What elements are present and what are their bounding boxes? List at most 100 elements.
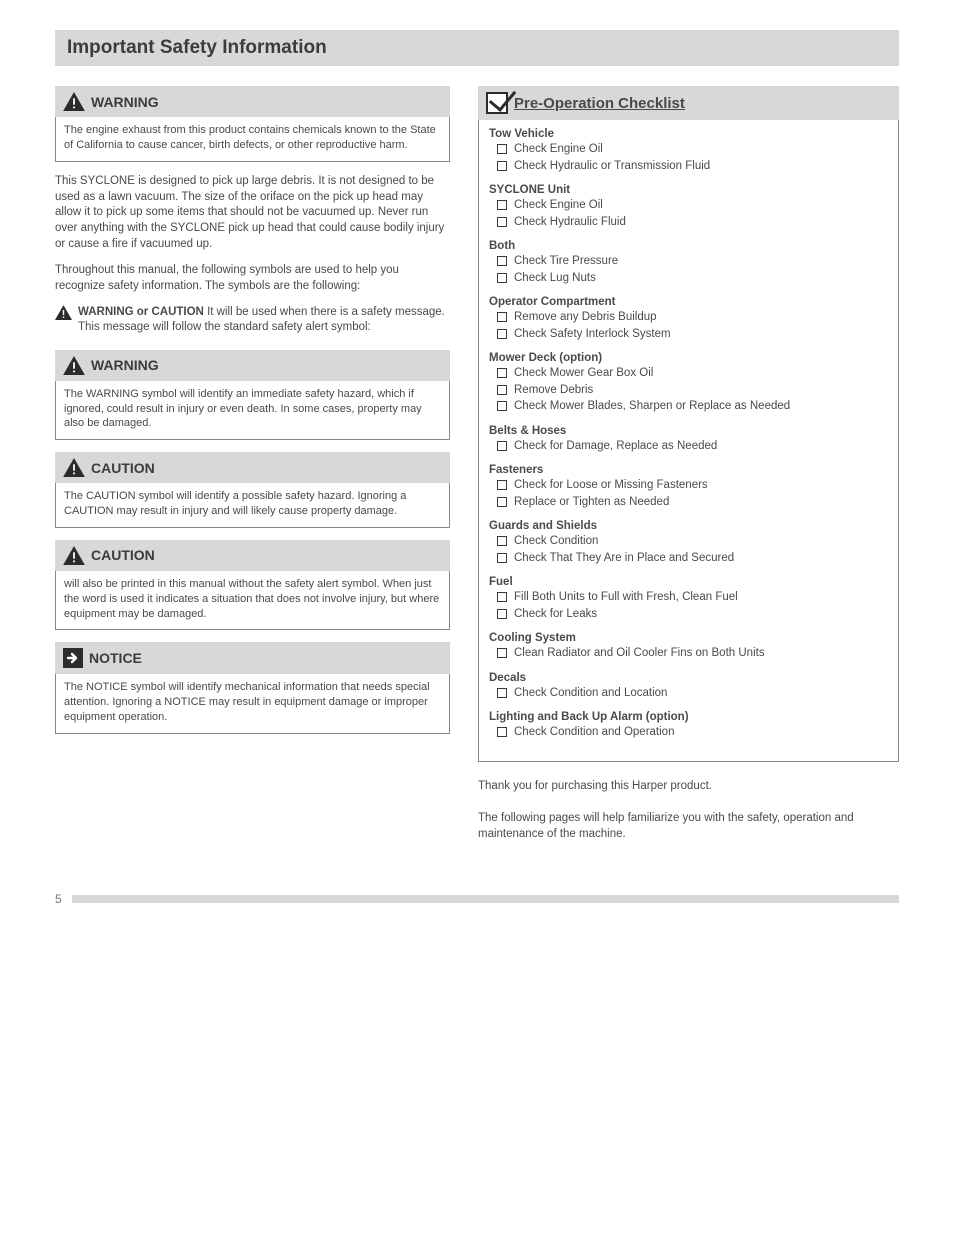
checkbox-icon	[497, 273, 507, 283]
check-group: Lighting and Back Up Alarm (option)Check…	[489, 711, 888, 741]
warning-title: WARNING	[91, 94, 159, 110]
checkbox-icon	[497, 497, 507, 507]
left-column: WARNING The engine exhaust from this pro…	[55, 86, 450, 842]
notice-box: NOTICE The NOTICE symbol will identify m…	[55, 642, 450, 734]
check-group: Belts & Hoses Check for Damage, Replace a…	[489, 425, 888, 455]
check-group-title: Belts & Hoses	[489, 425, 888, 437]
checkbox-icon	[497, 592, 507, 602]
checklist-header: Pre-Operation Checklist	[478, 86, 899, 120]
check-item-label: Remove any Debris Buildup	[514, 310, 888, 326]
check-group-title: Guards and Shields	[489, 520, 888, 532]
checkbox-icon	[497, 368, 507, 378]
paragraph-1: This SYCLONE is designed to pick up larg…	[55, 174, 450, 253]
right-column: Pre-Operation Checklist Tow Vehicle Check…	[478, 86, 899, 842]
checkbox-icon	[497, 144, 507, 154]
check-group: Mower Deck (option) Check Mower Gear Box …	[489, 352, 888, 415]
checkbox-icon	[497, 401, 507, 411]
check-item: Check Safety Interlock System	[489, 327, 888, 343]
check-group: SYCLONE Unit Check Engine OilCheck Hydrau…	[489, 184, 888, 230]
caution-body: The CAUTION symbol will identify a possi…	[55, 483, 450, 528]
check-group-title: Operator Compartment	[489, 296, 888, 308]
caution-triangle-icon	[63, 546, 85, 565]
notice-arrow-icon	[63, 648, 83, 668]
check-item-label: Check Hydraulic Fluid	[514, 215, 888, 231]
check-group-title: Fasteners	[489, 464, 888, 476]
check-item-label: Check Condition and Location	[514, 686, 888, 702]
warning-title: WARNING	[91, 357, 159, 373]
checkbox-icon	[497, 217, 507, 227]
check-group-title: Fuel	[489, 576, 888, 588]
check-group-title: Cooling System	[489, 632, 888, 644]
check-item-label: Check Lug Nuts	[514, 271, 888, 287]
inline-warning-label: WARNING or CAUTION	[78, 306, 204, 318]
check-group: Operator Compartment Remove any Debris Bu…	[489, 296, 888, 342]
check-group-title: Decals	[489, 672, 888, 684]
check-item-label: Remove Debris	[514, 383, 888, 399]
check-item: Check Condition	[489, 534, 888, 550]
check-item: Replace or Tighten as Needed	[489, 495, 888, 511]
check-item-label: Check for Loose or Missing Fasteners	[514, 478, 888, 494]
check-item: Remove Debris	[489, 383, 888, 399]
check-item: Check for Damage, Replace as Needed	[489, 439, 888, 455]
inline-warning: WARNING or CAUTION It will be used when …	[55, 305, 450, 336]
check-group-title: Tow Vehicle	[489, 128, 888, 140]
thanks-line-1: Thank you for purchasing this Harper pro…	[478, 778, 899, 794]
check-group-title: SYCLONE Unit	[489, 184, 888, 196]
check-item-label: Check Engine Oil	[514, 142, 888, 158]
footer-bar	[72, 895, 899, 903]
warning-triangle-small-icon	[55, 305, 72, 320]
check-item-label: Check Tire Pressure	[514, 254, 888, 270]
checkbox-icon	[497, 648, 507, 658]
check-item: Check Mower Blades, Sharpen or Replace a…	[489, 399, 888, 415]
caution-triangle-icon	[63, 458, 85, 477]
warning-body: The WARNING symbol will identify an imme…	[55, 381, 450, 441]
check-item-label: Check That They Are in Place and Secured	[514, 551, 888, 567]
check-item: Check Lug Nuts	[489, 271, 888, 287]
page-footer: 5	[55, 892, 899, 906]
check-item: Check for Loose or Missing Fasteners	[489, 478, 888, 494]
check-item-label: Check Hydraulic or Transmission Fluid	[514, 159, 888, 175]
checkbox-icon	[497, 200, 507, 210]
checklist-body: Tow VehicleCheck Engine OilCheck Hydraul…	[478, 120, 899, 762]
checkbox-icon	[497, 256, 507, 266]
check-item-label: Check Mower Blades, Sharpen or Replace a…	[514, 399, 888, 415]
page-number: 5	[55, 892, 62, 906]
checkbox-icon	[497, 312, 507, 322]
check-group: Decals Check Condition and Location	[489, 672, 888, 702]
check-item: Check Tire Pressure	[489, 254, 888, 270]
caution-box-2: CAUTION will also be printed in this man…	[55, 540, 450, 631]
check-group: Guards and Shields Check ConditionCheck T…	[489, 520, 888, 566]
check-item: Check Engine Oil	[489, 198, 888, 214]
checkbox-icon	[497, 329, 507, 339]
checklist-title: Pre-Operation Checklist	[514, 95, 685, 112]
check-item: Fill Both Units to Full with Fresh, Clea…	[489, 590, 888, 606]
check-group: Both Check Tire PressureCheck Lug Nuts	[489, 240, 888, 286]
section-title: Important Safety Information	[67, 37, 887, 59]
check-item-label: Fill Both Units to Full with Fresh, Clea…	[514, 590, 888, 606]
check-item: Check Mower Gear Box Oil	[489, 366, 888, 382]
warning-box-1: WARNING The engine exhaust from this pro…	[55, 86, 450, 162]
warning-triangle-icon	[63, 356, 85, 375]
check-item-label: Check Safety Interlock System	[514, 327, 888, 343]
check-item-label: Replace or Tighten as Needed	[514, 495, 888, 511]
check-group-title: Both	[489, 240, 888, 252]
check-item: Check for Leaks	[489, 607, 888, 623]
check-group-title: Mower Deck (option)	[489, 352, 888, 364]
checkbox-icon	[497, 441, 507, 451]
check-item-label: Clean Radiator and Oil Cooler Fins on Bo…	[514, 646, 888, 662]
check-item: Check Hydraulic or Transmission Fluid	[489, 159, 888, 175]
check-item-label: Check Condition	[514, 534, 888, 550]
section-header: Important Safety Information	[55, 30, 899, 66]
check-item: Check Condition and Operation	[489, 725, 888, 741]
check-item: Check Hydraulic Fluid	[489, 215, 888, 231]
caution-body: will also be printed in this manual with…	[55, 571, 450, 631]
check-item: Check Engine Oil	[489, 142, 888, 158]
check-item: Clean Radiator and Oil Cooler Fins on Bo…	[489, 646, 888, 662]
checkbox-icon	[497, 609, 507, 619]
check-item: Check Condition and Location	[489, 686, 888, 702]
notice-title: NOTICE	[89, 650, 142, 666]
check-group: Cooling System Clean Radiator and Oil Coo…	[489, 632, 888, 662]
checkbox-icon	[497, 480, 507, 490]
checkbox-icon	[497, 536, 507, 546]
check-item-label: Check for Leaks	[514, 607, 888, 623]
